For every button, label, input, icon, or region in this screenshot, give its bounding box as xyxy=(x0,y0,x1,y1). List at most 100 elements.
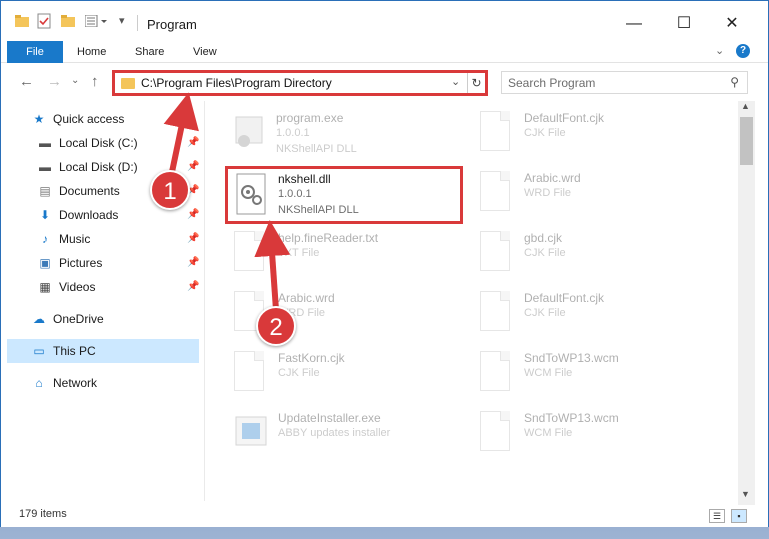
pin-icon: 📌 xyxy=(187,233,200,244)
file-item[interactable]: SndToWP13.wcm WCM File xyxy=(474,407,710,463)
forward-arrow-icon[interactable]: → xyxy=(47,73,62,90)
file-type: WCM File xyxy=(524,427,573,439)
file-name: DefaultFont.cjk xyxy=(524,111,605,125)
sidebar-item-onedrive[interactable]: ☁ OneDrive xyxy=(31,307,104,331)
file-name: help.fineReader.txt xyxy=(278,231,379,245)
vertical-scrollbar[interactable]: ▲ ▼ xyxy=(738,101,755,505)
file-name: nkshell.dll xyxy=(278,172,331,186)
chevron-down-icon[interactable]: ▾ xyxy=(119,14,125,27)
close-button[interactable]: ✕ xyxy=(709,9,755,39)
navigation-bar: ← → ⌄ ↑ C:\Program Files\Program Directo… xyxy=(1,65,768,99)
text-file-icon xyxy=(234,231,270,277)
file-name: FastKorn.cjk xyxy=(278,351,345,365)
recent-locations-icon[interactable]: ⌄ xyxy=(71,75,79,86)
sidebar-item-music[interactable]: ♪ Music 📌 xyxy=(37,227,207,251)
file-item[interactable]: UpdateInstaller.exe ABBY updates install… xyxy=(228,407,464,463)
drive-icon: ▬ xyxy=(39,160,51,174)
sidebar-item-local-disk-c[interactable]: ▬ Local Disk (C:) 📌 xyxy=(37,131,207,155)
download-icon: ⬇ xyxy=(39,208,51,222)
file-icon xyxy=(480,351,516,397)
network-icon: ⌂ xyxy=(35,376,43,390)
pin-icon: 📌 xyxy=(187,209,200,220)
file-description: NKShellAPI DLL xyxy=(276,143,357,155)
file-item[interactable]: DefaultFont.cjk CJK File xyxy=(474,287,710,343)
title-bar: ▾ Program — ☐ ✕ xyxy=(1,1,768,41)
sidebar-item-network[interactable]: ⌂ Network xyxy=(31,371,97,395)
pin-icon: 📌 xyxy=(187,257,200,268)
file-version: 1.0.0.1 xyxy=(276,127,310,139)
sidebar-item-this-pc[interactable]: ▭ This PC xyxy=(7,339,199,363)
file-icon xyxy=(480,171,516,217)
item-count: 179 items xyxy=(19,508,67,520)
file-item[interactable]: FastKorn.cjk CJK File xyxy=(228,347,464,403)
sidebar-item-downloads[interactable]: ⬇ Downloads 📌 xyxy=(37,203,207,227)
navigation-pane: ★ Quick access ▬ Local Disk (C:) 📌 ▬ Local … xyxy=(1,101,205,505)
step-badge-2: 2 xyxy=(256,306,296,346)
file-item[interactable]: gbd.cjk CJK File xyxy=(474,227,710,283)
file-name: Arabic.wrd xyxy=(524,171,581,185)
scroll-up-icon[interactable]: ▲ xyxy=(741,101,750,111)
file-item[interactable]: help.fineReader.txt TXT File xyxy=(228,227,464,283)
file-type: CJK File xyxy=(278,367,320,379)
pin-icon: 📌 xyxy=(187,137,200,148)
explorer-window: ▾ Program — ☐ ✕ File Home Share View ⌄ ?… xyxy=(0,0,769,527)
chevron-down-icon[interactable]: ⌄ xyxy=(451,75,460,88)
file-list: program.exe 1.0.0.1 NKShellAPI DLL nkshe… xyxy=(206,101,738,505)
gear-file-icon xyxy=(234,172,270,218)
up-arrow-icon[interactable]: ↑ xyxy=(91,73,99,90)
tab-file[interactable]: File xyxy=(7,41,63,63)
pin-icon: 📌 xyxy=(187,281,200,292)
file-name: program.exe xyxy=(276,111,344,125)
file-type: CJK File xyxy=(524,127,566,139)
refresh-icon[interactable]: ↻ xyxy=(467,73,485,93)
file-item[interactable]: DefaultFont.cjk CJK File xyxy=(474,107,710,163)
file-type: WRD File xyxy=(524,187,572,199)
sidebar-item-quick-access[interactable]: ★ Quick access xyxy=(31,107,125,131)
folder-icon xyxy=(121,78,135,89)
file-name: DefaultFont.cjk xyxy=(524,291,605,305)
star-icon: ★ xyxy=(33,112,45,126)
file-type: WCM File xyxy=(524,367,573,379)
address-path[interactable]: C:\Program Files\Program Directory xyxy=(141,76,332,90)
file-icon xyxy=(480,411,516,457)
tab-view[interactable]: View xyxy=(183,41,227,63)
pin-icon: 📌 xyxy=(187,161,200,172)
file-version: 1.0.0.1 xyxy=(278,188,312,200)
properties-icon[interactable] xyxy=(37,13,51,32)
tab-home[interactable]: Home xyxy=(67,41,116,63)
pc-icon: ▭ xyxy=(33,344,45,358)
search-icon[interactable]: ⚲ xyxy=(730,75,739,89)
file-item[interactable]: SndToWP13.wcm WCM File xyxy=(474,347,710,403)
chevron-down-icon[interactable]: ⌄ xyxy=(715,44,724,57)
minimize-button[interactable]: — xyxy=(611,9,657,39)
help-icon[interactable]: ? xyxy=(736,44,750,58)
sidebar-item-videos[interactable]: ▦ Videos 📌 xyxy=(37,275,207,299)
address-bar[interactable]: C:\Program Files\Program Directory ⌄ ↻ xyxy=(112,70,488,96)
file-item[interactable]: program.exe 1.0.0.1 NKShellAPI DLL xyxy=(226,107,462,163)
file-icon xyxy=(480,231,516,277)
file-icon xyxy=(234,351,270,397)
file-item[interactable]: Arabic.wrd WRD File xyxy=(474,167,710,223)
tiles-view-icon[interactable]: ▪ xyxy=(731,509,747,523)
details-view-icon[interactable]: ☰ xyxy=(709,509,725,523)
back-arrow-icon[interactable]: ← xyxy=(19,73,34,90)
scroll-down-icon[interactable]: ▼ xyxy=(741,489,750,499)
file-item-nkshell[interactable]: nkshell.dll 1.0.0.1 NKShellAPI DLL xyxy=(228,168,464,224)
file-name: SndToWP13.wcm xyxy=(524,351,619,365)
search-input[interactable] xyxy=(502,72,712,93)
scroll-thumb[interactable] xyxy=(740,117,753,165)
file-type: CJK File xyxy=(524,247,566,259)
divider xyxy=(204,101,205,501)
sidebar-item-pictures[interactable]: ▣ Pictures 📌 xyxy=(37,251,207,275)
cloud-icon: ☁ xyxy=(33,312,45,326)
folder-icon[interactable] xyxy=(15,15,29,30)
file-name: Arabic.wrd xyxy=(278,291,335,305)
new-folder-icon[interactable] xyxy=(61,15,75,30)
document-icon: ▤ xyxy=(39,184,51,198)
tab-share[interactable]: Share xyxy=(125,41,174,63)
customize-icon[interactable] xyxy=(84,14,111,30)
search-box[interactable]: ⚲ xyxy=(501,71,748,94)
file-icon xyxy=(480,111,516,157)
ribbon-tabs: File Home Share View ⌄ ? xyxy=(1,41,768,63)
maximize-button[interactable]: ☐ xyxy=(661,9,707,39)
